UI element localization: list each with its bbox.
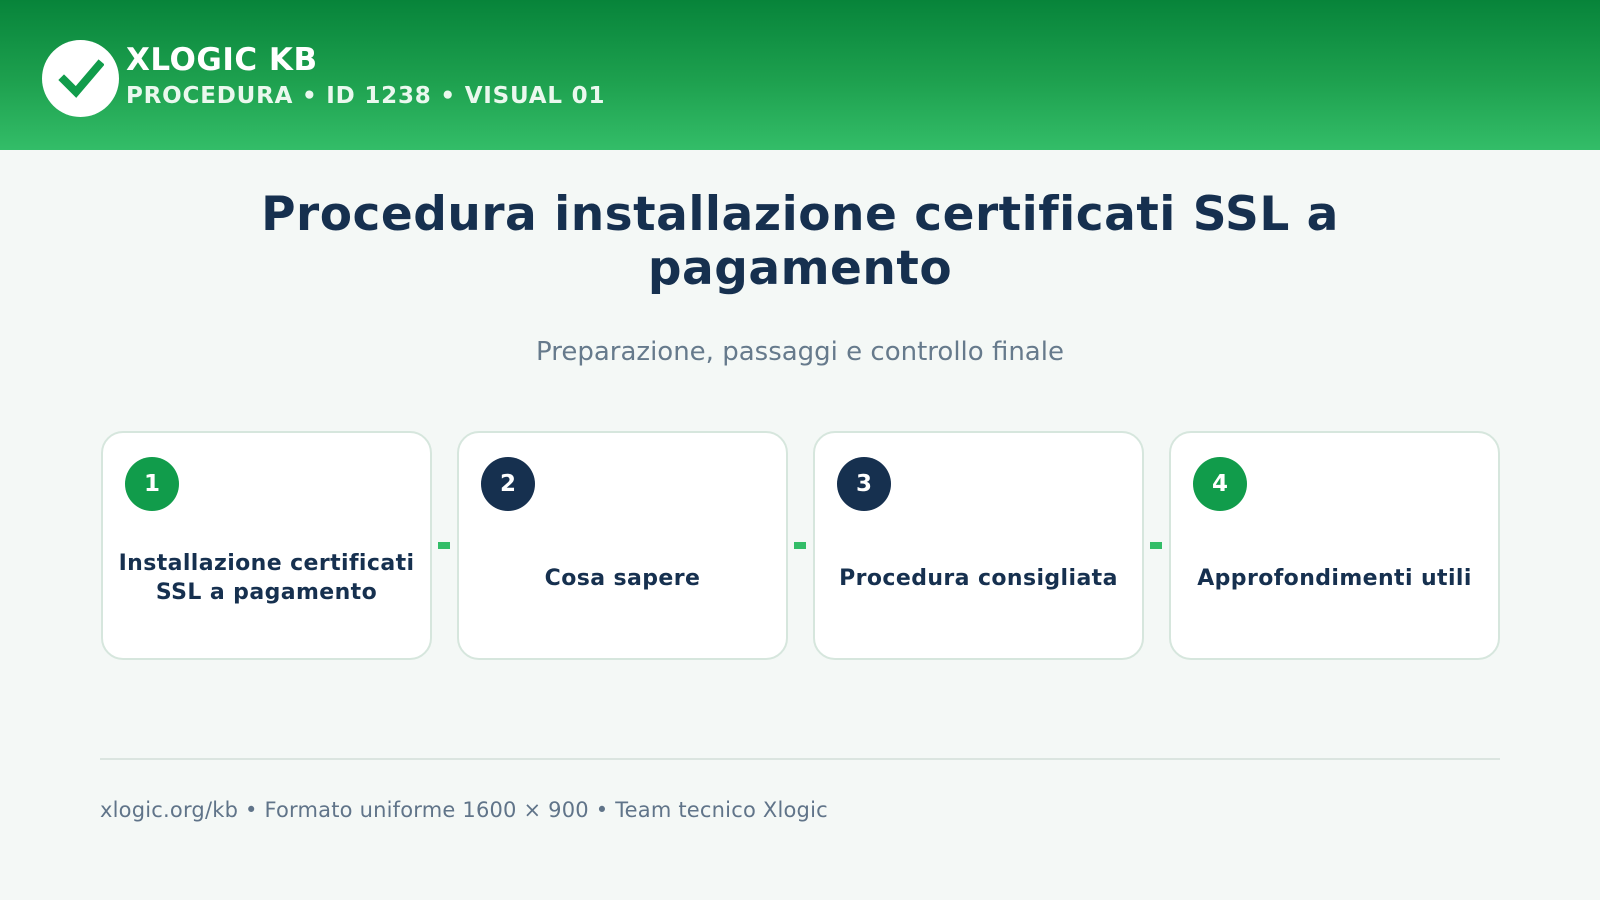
step-card-1: 1 Installazione certificati SSL a pagame… — [101, 431, 432, 660]
step-card-2: 2 Cosa sapere — [457, 431, 788, 660]
logo — [42, 40, 119, 117]
step-number-badge: 4 — [1193, 457, 1247, 511]
step-number-badge: 2 — [481, 457, 535, 511]
step-card-4: 4 Approfondimenti utili — [1169, 431, 1500, 660]
brand-subtitle: PROCEDURA • ID 1238 • VISUAL 01 — [126, 83, 606, 109]
check-icon — [57, 58, 104, 98]
header-banner: XLOGIC KB PROCEDURA • ID 1238 • VISUAL 0… — [0, 0, 1600, 150]
footer-text: xlogic.org/kb • Formato uniforme 1600 × … — [100, 798, 828, 822]
step-connector — [1150, 542, 1162, 549]
step-label: Cosa sapere — [544, 565, 701, 591]
page-subtitle: Preparazione, passaggi e controllo final… — [536, 337, 1064, 367]
step-number-badge: 3 — [837, 457, 891, 511]
step-card-3: 3 Procedura consigliata — [813, 431, 1144, 660]
step-number-badge: 1 — [125, 457, 179, 511]
step-connector — [794, 542, 806, 549]
step-label: Procedura consigliata — [839, 565, 1118, 591]
page-title: Procedura installazione certificati SSL … — [261, 187, 1339, 296]
footer-divider — [100, 758, 1500, 760]
step-label: Approfondimenti utili — [1197, 565, 1472, 591]
brand-title: XLOGIC KB — [126, 42, 318, 78]
step-connector — [438, 542, 450, 549]
step-label: Installazione certificati SSL a pagament… — [118, 551, 415, 605]
